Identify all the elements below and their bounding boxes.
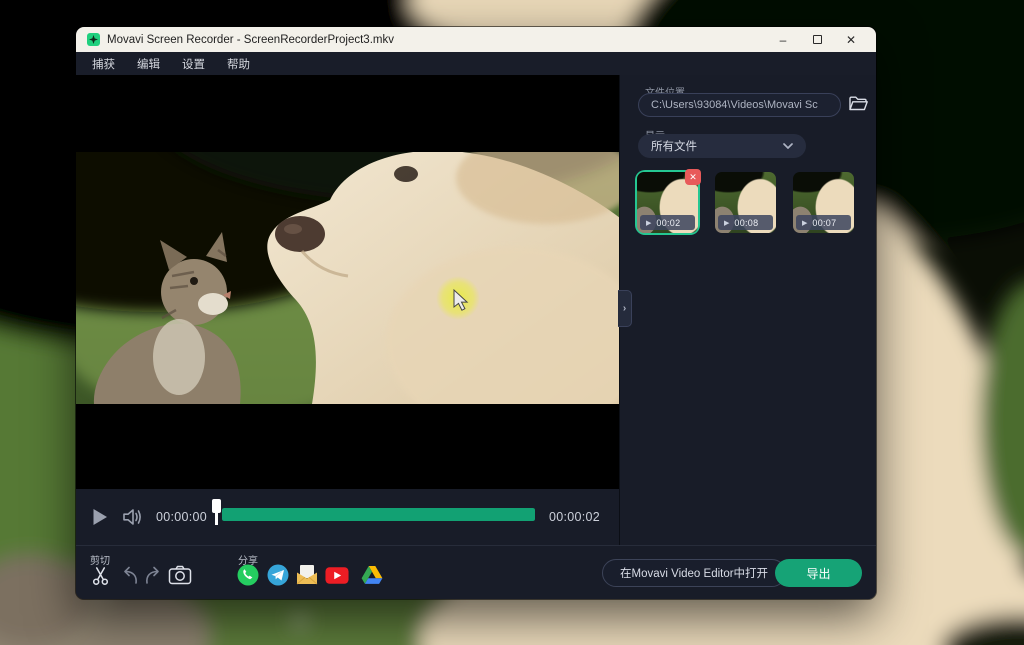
share-google-drive-button[interactable] — [360, 563, 384, 587]
video-preview-area[interactable] — [76, 75, 619, 489]
share-email-button[interactable] — [295, 563, 319, 587]
whatsapp-icon — [237, 564, 259, 586]
maximize-button[interactable] — [800, 27, 834, 52]
progress-bar[interactable] — [222, 508, 535, 521]
desktop-wallpaper: Movavi Screen Recorder - ScreenRecorderP… — [0, 0, 1024, 645]
redo-button[interactable] — [141, 563, 165, 587]
recording-thumbnail-1[interactable]: ✕ ▶ 00:02 — [637, 172, 698, 233]
browse-folder-button[interactable] — [848, 95, 868, 113]
progress-fill — [222, 508, 535, 521]
play-icon: ▶ — [724, 219, 729, 227]
volume-icon[interactable] — [122, 508, 143, 526]
google-drive-icon — [361, 565, 383, 585]
video-frame-image — [76, 152, 619, 404]
panel-collapse-tab[interactable]: › — [618, 290, 632, 327]
maximize-icon — [813, 35, 822, 44]
telegram-icon — [267, 564, 289, 586]
file-filter-dropdown[interactable]: 所有文件 — [638, 134, 806, 158]
movavi-app-icon — [87, 33, 100, 46]
play-icon: ▶ — [802, 219, 807, 227]
duration-text: 00:08 — [734, 218, 758, 228]
cut-button[interactable] — [88, 563, 112, 587]
playhead-handle[interactable] — [212, 499, 221, 513]
menu-capture[interactable]: 捕获 — [90, 56, 117, 72]
chevron-down-icon — [783, 143, 793, 149]
share-youtube-button[interactable] — [325, 563, 349, 587]
play-button[interactable] — [92, 508, 108, 526]
recording-thumbnail-2[interactable]: ▶ 00:08 — [715, 172, 776, 233]
export-label: 导出 — [806, 565, 830, 582]
share-telegram-button[interactable] — [266, 563, 290, 587]
recordings-list: ✕ ▶ 00:02 ▶ 00:08 — [637, 172, 854, 233]
video-frame — [76, 152, 619, 404]
files-panel: › 文件位置 显示 所有文件 — [620, 75, 875, 545]
duration-badge: ▶ 00:07 — [796, 215, 851, 230]
open-in-video-editor-label: 在Movavi Video Editor中打开 — [620, 565, 768, 581]
minimize-button[interactable]: – — [766, 27, 800, 52]
menu-help[interactable]: 帮助 — [225, 56, 252, 72]
undo-button[interactable] — [118, 563, 142, 587]
window-title: Movavi Screen Recorder - ScreenRecorderP… — [107, 34, 766, 46]
close-button[interactable]: ✕ — [834, 27, 868, 52]
open-in-video-editor-button[interactable]: 在Movavi Video Editor中打开 — [602, 559, 786, 587]
chevron-right-icon: › — [623, 303, 626, 314]
current-time: 00:00:00 — [156, 510, 207, 524]
duration-badge: ▶ 00:02 — [640, 215, 695, 230]
app-window: Movavi Screen Recorder - ScreenRecorderP… — [76, 27, 876, 599]
scissors-icon — [90, 565, 111, 586]
camera-icon — [168, 565, 192, 585]
redo-icon — [143, 566, 163, 585]
duration-text: 00:02 — [656, 218, 680, 228]
menu-settings[interactable]: 设置 — [180, 56, 207, 72]
screenshot-button[interactable] — [168, 563, 192, 587]
video-player: 00:00:00 00:00:02 — [76, 75, 620, 545]
share-whatsapp-button[interactable] — [236, 563, 260, 587]
bottom-toolbar: 剪切 — [76, 545, 876, 599]
delete-recording-button[interactable]: ✕ — [685, 169, 701, 185]
undo-icon — [120, 566, 140, 585]
youtube-icon — [325, 566, 349, 585]
play-icon: ▶ — [646, 219, 651, 227]
export-button[interactable]: 导出 — [775, 559, 862, 587]
duration-badge: ▶ 00:08 — [718, 215, 773, 230]
folder-icon — [849, 96, 868, 112]
menu-bar: 捕获 编辑 设置 帮助 — [76, 52, 876, 75]
email-icon — [295, 564, 319, 586]
dropdown-value: 所有文件 — [651, 138, 697, 154]
menu-edit[interactable]: 编辑 — [135, 56, 162, 72]
playback-controls: 00:00:00 00:00:02 — [76, 489, 619, 545]
total-time: 00:00:02 — [549, 510, 600, 524]
recording-thumbnail-3[interactable]: ▶ 00:07 — [793, 172, 854, 233]
title-bar[interactable]: Movavi Screen Recorder - ScreenRecorderP… — [76, 27, 876, 52]
duration-text: 00:07 — [812, 218, 836, 228]
file-location-input[interactable] — [638, 93, 841, 117]
